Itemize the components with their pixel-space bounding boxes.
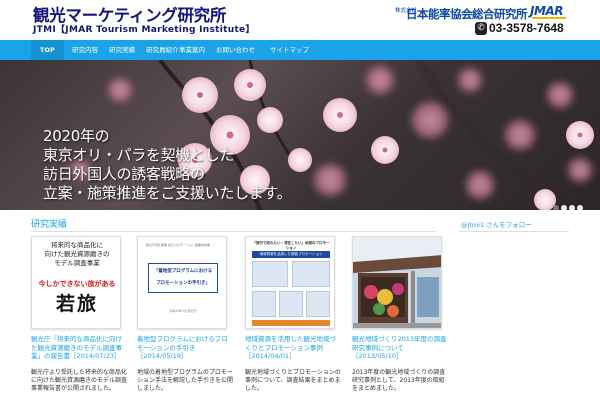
nav-item-results[interactable]: 研究実績: [109, 40, 135, 60]
card-description: 地域の着地型プログラムのプロモーション手法を解説した手引きを公開しました。: [137, 369, 234, 392]
card-title-link[interactable]: 地域資源を活用した観光地域づくりとプロモーション事例［2014/04/01］: [245, 335, 342, 361]
card-date: ［2014/07/23］: [70, 352, 121, 360]
nav-item-researchers[interactable]: 研究員紹介: [146, 40, 179, 60]
section-title: 研究実績: [31, 220, 68, 230]
thumb-logo-text: 若旅: [55, 293, 98, 315]
hero-line: 東京オリ・パラを契機とした: [43, 146, 235, 164]
card-title: 着地型プログラムにおけるプロモーションの手引き: [137, 335, 228, 352]
thumb-banner: 今しかできない旅がある: [38, 280, 116, 288]
card-title: 地域資源を活用した観光地域づくりとプロモーション事例: [245, 335, 336, 352]
site-header: 観光マーケティング研究所 JTMI【JMAR Tourism Marketing…: [0, 0, 600, 40]
card-thumbnail[interactable]: [352, 236, 442, 329]
thumb-line: プロモーションの手引き」: [156, 281, 210, 286]
shop-storefront-photo: [353, 237, 441, 328]
card-thumbnail[interactable]: 将来的な商品化に 向けた観光資源磨きの モデル調査事業 今しかできない旅がある …: [31, 236, 121, 329]
card-title-link[interactable]: 着地型プログラムにおけるプロモーションの手引き［2014/05/19］: [137, 335, 234, 361]
card-thumbnail[interactable]: 「旅行で訪れたい・滞在したい」地域のプロモーション 地域資源を活用した誘客プロモ…: [245, 236, 335, 329]
thumb-title-box: 「着地型プログラムにおける プロモーションの手引き」: [148, 263, 218, 293]
card-date: ［2013/05/10］: [352, 352, 403, 360]
section-divider: [31, 231, 436, 232]
result-card: 観光庁委託事業 訪日プロモーション事業報告書 「着地型プログラムにおける プロモ…: [137, 236, 234, 392]
thumb-banner: 地域資源を活用した誘客プロモーション: [252, 251, 330, 258]
jmar-logo-swoosh: [532, 17, 566, 19]
hero-line: 2020年の: [43, 127, 110, 145]
card-description: 観光庁より受託した将来的な商品化に向けた観光資源磨きのモデル調査事業報告書が公開…: [31, 369, 128, 392]
slider-dot[interactable]: [553, 205, 559, 210]
result-card: 観光地域づくり2013年度の調査研究事例について［2013/05/10］ 201…: [352, 236, 449, 392]
card-title-link[interactable]: 観光庁「将来的な商品化に向けた観光資源磨きのモデル調査事業」の報告書［2014/…: [31, 335, 128, 361]
phone-number: 03-3578-7648: [489, 21, 564, 35]
thumb-line: 将来的な商品化に: [51, 241, 103, 249]
hero-slider[interactable]: 2020年の 東京オリ・パラを契機とした 訪日外国人の誘客戦略の 立案・施策推進…: [0, 60, 600, 210]
corp-prefix: 株式会社: [395, 8, 418, 14]
nav-item-top[interactable]: TOP: [31, 40, 64, 60]
main-nav: TOP 研究内容 研究実績 研究員紹介 事業案内 お問い合わせ サイトマップ: [0, 40, 600, 60]
card-title-link[interactable]: 観光地域づくり2013年度の調査研究事例について［2013/05/10］: [352, 335, 449, 361]
hero-line: 立案・施策推進をご支援いたします。: [43, 184, 292, 202]
thumb-footer-bar: [252, 320, 330, 326]
thumb-footer: 平成26年3月 観光庁: [169, 309, 197, 313]
phone-icon: ✆: [475, 22, 487, 35]
card-date: ［2014/04/01］: [245, 352, 296, 360]
thumb-diagram: [252, 261, 330, 317]
thumb-line: 「着地型プログラムにおける: [153, 269, 213, 274]
thumb-header: 観光庁委託事業 訪日プロモーション事業報告書: [146, 243, 210, 247]
thumb-header: 「旅行で訪れたい・滞在したい」地域のプロモーション: [252, 241, 330, 250]
jmar-logo: JMAR: [530, 4, 566, 19]
thumb-line: モデル調査事業: [54, 259, 100, 267]
card-description: 観光地域づくりとプロモーションの事例について、調査結果をまとめました。: [245, 369, 341, 392]
jmar-logo-text: JMAR: [530, 4, 563, 18]
corp-name: 日本能率協会総合研究所: [406, 7, 528, 21]
site-subtitle: JTMI【JMAR Tourism Marketing Institute】: [33, 25, 255, 35]
slider-dot[interactable]: [561, 205, 567, 210]
thumb-text: 将来的な商品化に 向けた観光資源磨きの モデル調査事業: [38, 241, 116, 268]
thumb-line: 向けた観光資源磨きの: [44, 250, 110, 258]
result-card: 「旅行で訪れたい・滞在したい」地域のプロモーション 地域資源を活用した誘客プロモ…: [245, 236, 342, 392]
slider-dot[interactable]: [577, 205, 583, 210]
nav-item-business[interactable]: 事業案内: [179, 40, 205, 60]
nav-item-sitemap[interactable]: サイトマップ: [270, 40, 309, 60]
nav-item-research[interactable]: 研究内容: [72, 40, 98, 60]
card-thumbnail[interactable]: 観光庁委託事業 訪日プロモーション事業報告書 「着地型プログラムにおける プロモ…: [137, 236, 227, 329]
card-title: 観光地域づくり2013年度の調査研究事例について: [352, 335, 447, 352]
card-description: 2013年度の観光地域づくりの調査研究事例として、2013年度の取組をまとめまし…: [352, 369, 446, 392]
sidebar-divider: [459, 231, 569, 232]
slider-pagination: [553, 196, 585, 210]
twitter-follow-link[interactable]: @jtmi1 さんをフォロー: [461, 219, 532, 229]
hero-caption: 2020年の 東京オリ・パラを契機とした 訪日外国人の誘客戦略の 立案・施策推進…: [43, 127, 292, 203]
card-date: ［2014/05/19］: [137, 352, 188, 360]
slider-dot[interactable]: [569, 205, 575, 210]
hero-line: 訪日外国人の誘客戦略の: [43, 165, 205, 183]
result-card: 将来的な商品化に 向けた観光資源磨きの モデル調査事業 今しかできない旅がある …: [31, 236, 128, 392]
nav-item-contact[interactable]: お問い合わせ: [216, 40, 255, 60]
